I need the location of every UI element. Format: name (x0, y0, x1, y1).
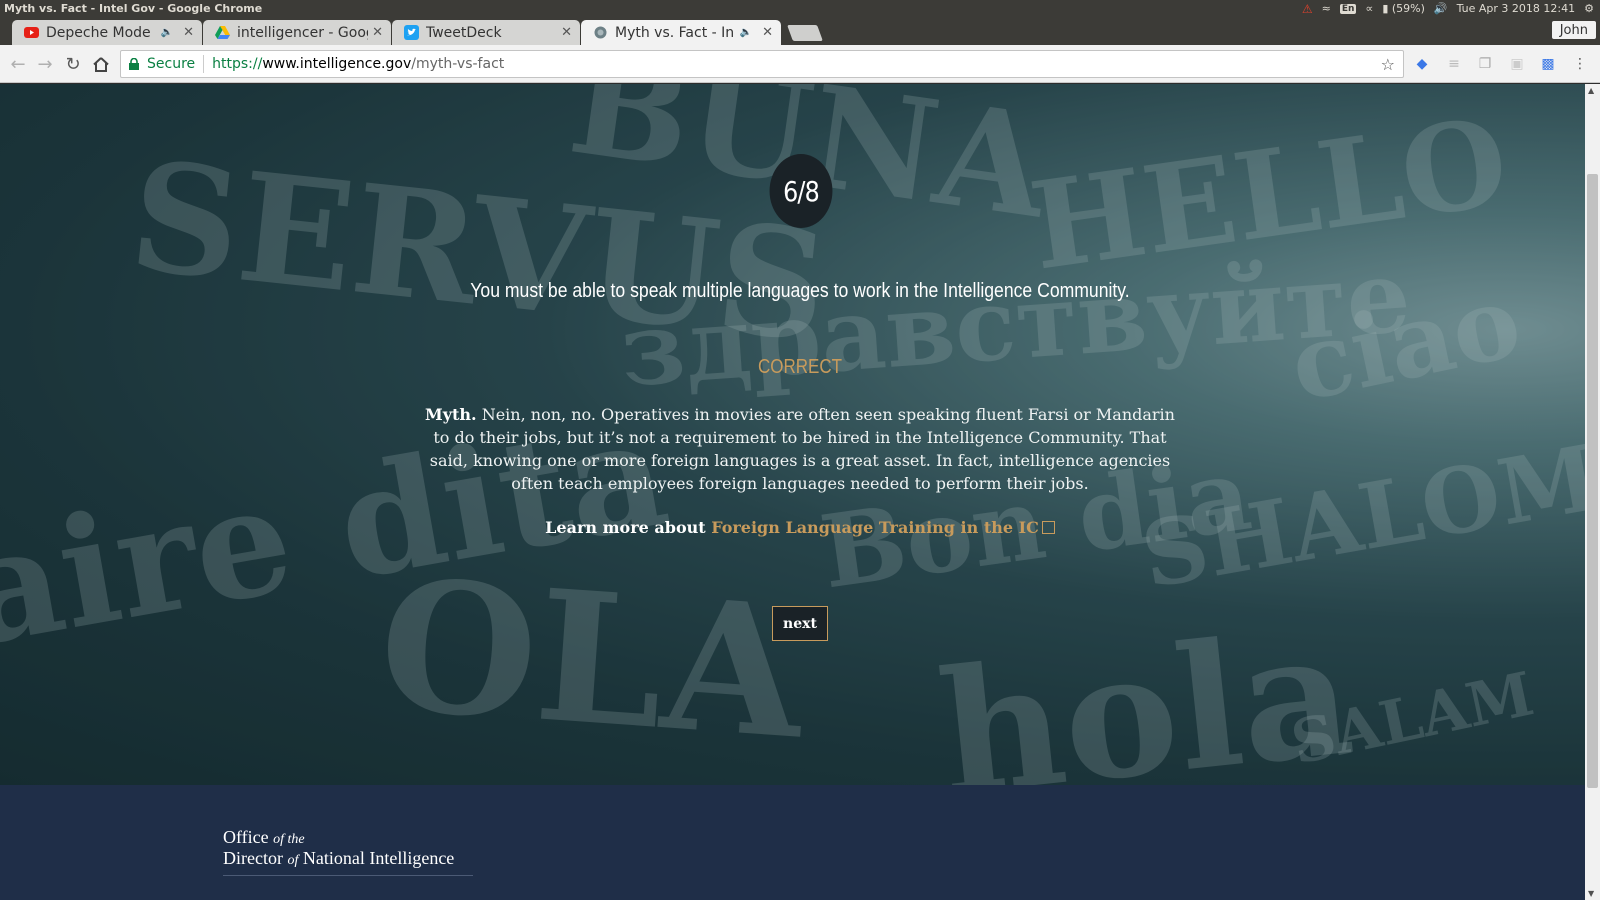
logo-line-1: Office of the (223, 828, 454, 849)
tab-title: TweetDeck (426, 24, 502, 41)
keyboard-language-indicator[interactable]: En (1339, 3, 1357, 14)
close-tab-icon[interactable]: ✕ (183, 25, 194, 40)
question-text: You must be able to speak multiple langu… (470, 280, 1130, 302)
extension-puzzle-icon[interactable]: ❐ (1476, 55, 1494, 73)
settings-gear-icon[interactable]: ⚙ (1584, 2, 1594, 15)
bluetooth-icon[interactable]: ∝ (1365, 2, 1373, 15)
page-viewport: SERVUS BUNA HELLO здравствуйте Bon dia S… (0, 84, 1585, 900)
audio-playing-icon[interactable]: 🔈 (161, 27, 173, 38)
scroll-thumb[interactable] (1587, 174, 1598, 788)
extension-graduation-cap-icon[interactable]: ◆ (1413, 55, 1431, 73)
url-host: www.intelligence.gov (262, 56, 412, 72)
new-tab-button[interactable] (787, 25, 823, 41)
google-drive-icon (215, 25, 230, 40)
extension-camera-icon[interactable]: ▣ (1508, 55, 1526, 73)
volume-icon[interactable]: 🔊 (1434, 2, 1448, 15)
globe-icon (593, 25, 608, 40)
battery-icon: ▮ (1382, 2, 1389, 15)
battery-indicator[interactable]: ▮ (59%) (1382, 2, 1425, 15)
answer-lead: Myth. (425, 405, 477, 424)
tab-tweetdeck[interactable]: TweetDeck ✕ (392, 20, 580, 45)
url-path: /myth-vs-fact (411, 56, 505, 72)
profile-button[interactable]: John (1551, 21, 1596, 39)
tab-title: Depeche Mode - I (46, 24, 155, 41)
answer-body: Nein, non, no. Operatives in movies are … (429, 405, 1175, 493)
tab-myth-vs-fact[interactable]: Myth vs. Fact - Int 🔈 ✕ (581, 20, 781, 45)
close-tab-icon[interactable]: ✕ (561, 25, 572, 40)
address-bar[interactable]: Secure https://www.intelligence.gov/myth… (120, 50, 1404, 78)
question-counter: 6/8 (769, 154, 833, 228)
os-indicators: ⚠ ≈ En ∝ ▮ (59%) 🔊 Tue Apr 3 2018 12:41 … (1302, 0, 1600, 17)
clock[interactable]: Tue Apr 3 2018 12:41 (1457, 2, 1576, 15)
scroll-down-arrow-icon[interactable]: ▼ (1588, 889, 1594, 898)
tab-intelligencer[interactable]: intelligencer - Goog ✕ (203, 20, 391, 45)
quiz-hero: SERVUS BUNA HELLO здравствуйте Bon dia S… (0, 84, 1585, 785)
wifi-icon[interactable]: ≈ (1322, 2, 1331, 15)
extension-translate-icon[interactable]: ▩ (1539, 55, 1557, 73)
warning-icon[interactable]: ⚠ (1302, 2, 1313, 16)
os-top-bar: Myth vs. Fact - Intel Gov - Google Chrom… (0, 0, 1600, 17)
page-scrollbar[interactable]: ▲ ▼ (1585, 84, 1600, 900)
answer-explanation: Myth. Nein, non, no. Operatives in movie… (420, 403, 1180, 495)
tab-title: intelligencer - Goog (237, 24, 369, 41)
window-title: Myth vs. Fact - Intel Gov - Google Chrom… (4, 2, 263, 15)
extension-rss-icon[interactable]: ≡ (1445, 55, 1463, 73)
logo-office: Office (223, 827, 269, 847)
secure-label: Secure (147, 56, 196, 72)
external-link-icon (1041, 521, 1055, 534)
tab-depeche-mode[interactable]: Depeche Mode - I 🔈 ✕ (12, 20, 202, 45)
lock-icon (129, 57, 139, 70)
scroll-up-arrow-icon[interactable]: ▲ (1588, 86, 1594, 95)
chrome-menu-icon[interactable]: ⋮ (1571, 55, 1589, 73)
site-footer: Office of the Director of National Intel… (0, 785, 1585, 900)
learn-more-link-text: Foreign Language Training in the IC (711, 518, 1039, 537)
logo-of-the: of the (273, 832, 305, 847)
reload-icon[interactable]: ↻ (62, 53, 84, 75)
home-icon[interactable] (90, 53, 112, 75)
twitter-icon (404, 25, 419, 40)
tab-title: Myth vs. Fact - Int (615, 24, 734, 41)
learn-more-prefix: Learn more about (545, 518, 712, 537)
forward-icon[interactable]: → (34, 53, 56, 75)
answer-verdict: CORRECT (757, 356, 843, 378)
next-button[interactable]: next (772, 606, 828, 641)
learn-more: Learn more about Foreign Language Traini… (400, 518, 1200, 537)
back-icon[interactable]: ← (7, 53, 29, 75)
divider (203, 55, 205, 73)
tab-strip: Depeche Mode - I 🔈 ✕ intelligencer - Goo… (0, 17, 1600, 45)
battery-percent: (59%) (1391, 2, 1425, 15)
browser-toolbar: ← → ↻ Secure https://www.intelligence.go… (0, 45, 1600, 83)
logo-director: Director (223, 848, 283, 868)
logo-of: of (287, 853, 299, 868)
odni-logo[interactable]: Office of the Director of National Intel… (223, 828, 454, 870)
logo-line-2: Director of National Intelligence (223, 849, 454, 870)
footer-divider (223, 875, 473, 876)
learn-more-link[interactable]: Foreign Language Training in the IC (711, 518, 1055, 537)
youtube-icon (24, 25, 39, 40)
close-tab-icon[interactable]: ✕ (762, 25, 773, 40)
bookmark-star-icon[interactable]: ☆ (1381, 55, 1395, 74)
close-tab-icon[interactable]: ✕ (372, 25, 383, 40)
url-scheme: https:// (212, 56, 263, 72)
logo-national-intelligence: National Intelligence (302, 848, 455, 868)
audio-playing-icon[interactable]: 🔈 (740, 27, 752, 38)
